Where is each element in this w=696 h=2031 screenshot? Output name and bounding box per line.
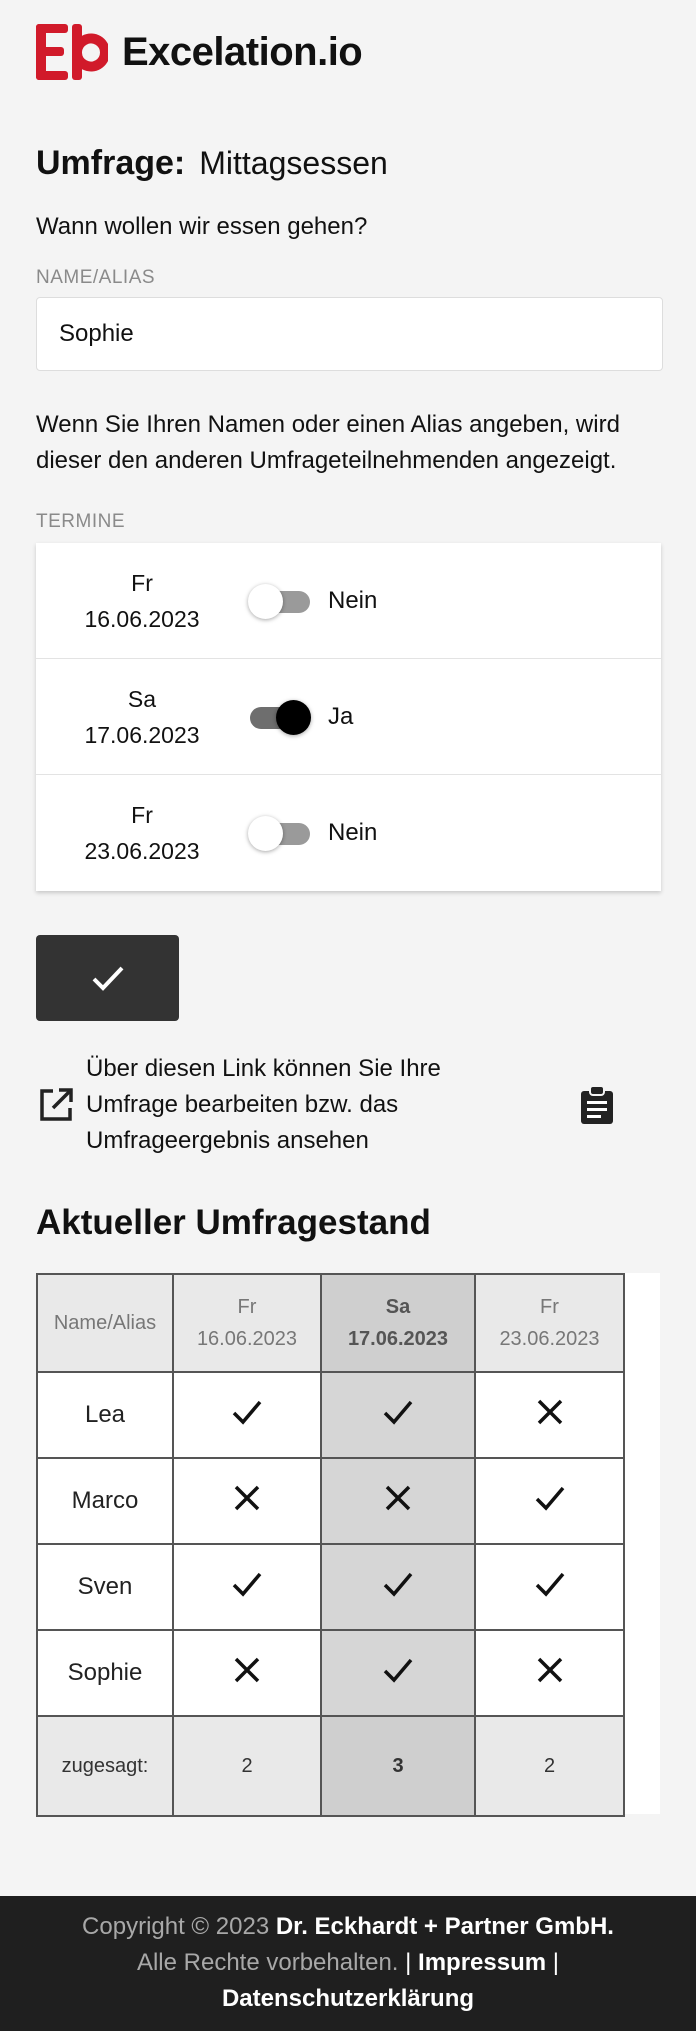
check-icon [535, 1572, 564, 1597]
header-date-day: Fr [540, 1296, 559, 1318]
check-icon [383, 1658, 413, 1683]
date-option: Fr 16.06.2023 Nein [36, 543, 661, 659]
vote-cell [172, 1629, 322, 1717]
results-row: Lea [36, 1371, 625, 1459]
edit-link-row: Über diesen Link können Sie Ihre Umfrage… [36, 1051, 666, 1159]
availability-toggle[interactable] [248, 813, 312, 853]
name-hint-text: Wenn Sie Ihren Namen oder einen Alias an… [36, 411, 620, 474]
footer-separator: | [405, 1949, 412, 1976]
footer-rights: Alle Rechte vorbehalten. [136, 1949, 399, 1976]
results-table: Name/Alias Fr 16.06.2023 Sa 17.06.2023 F… [36, 1273, 625, 1817]
header-date: Fr 23.06.2023 [474, 1273, 625, 1373]
footer-impressum-link[interactable]: Impressum [418, 1949, 546, 1976]
date-option-day: Sa [127, 685, 157, 712]
header-name-alias: Name/Alias [36, 1273, 174, 1373]
vote-cell [474, 1457, 625, 1545]
cross-icon [234, 1657, 260, 1682]
toggle-state-label: Nein [328, 586, 378, 614]
excelation-logo-icon[interactable] [36, 24, 108, 80]
date-option-date: Fr 16.06.2023 [36, 565, 248, 637]
availability-toggle[interactable] [248, 581, 312, 621]
results-header-row: Name/Alias Fr 16.06.2023 Sa 17.06.2023 F… [36, 1273, 625, 1373]
brand-name: Excelation.io [122, 29, 363, 74]
footer-copyright: Copyright © 2023 [82, 1913, 270, 1940]
date-option: Sa 17.06.2023 Ja [36, 659, 661, 775]
header-date-value: 16.06.2023 [196, 1328, 298, 1350]
date-option-value: 16.06.2023 [84, 605, 200, 632]
sum-value: 3 [320, 1715, 476, 1817]
survey-title-label: Umfrage: [36, 144, 186, 182]
sum-label: zugesagt: [36, 1715, 174, 1817]
vote-cell [172, 1457, 322, 1545]
check-icon [92, 966, 123, 991]
vote-cell [320, 1457, 476, 1545]
vote-cell [320, 1629, 476, 1717]
check-icon [232, 1572, 262, 1597]
participant-name: Sven [36, 1543, 174, 1631]
footer: Copyright © 2023 Dr. Eckhardt + Partner … [0, 1896, 696, 2031]
date-option-day: Fr [131, 802, 153, 828]
header-date: Fr 16.06.2023 [172, 1273, 322, 1373]
check-icon [535, 1486, 564, 1511]
survey-title-value: Mittagsessen [199, 145, 388, 181]
cross-icon [537, 1399, 562, 1424]
footer-privacy-link[interactable]: Datenschutzerklärung [222, 1985, 474, 2012]
check-icon [383, 1572, 413, 1597]
survey-title: Umfrage: Mittagsessen [36, 144, 660, 183]
survey-question: Wann wollen wir essen gehen? [36, 213, 368, 240]
sum-value: 2 [474, 1715, 625, 1817]
toggle-thumb [248, 583, 283, 619]
footer-company: Dr. Eckhardt + Partner GmbH. [275, 1913, 614, 1940]
toggle-thumb [276, 699, 311, 735]
name-alias-input[interactable] [36, 297, 663, 371]
date-option-day: Fr [131, 569, 153, 596]
external-link-icon[interactable] [36, 1085, 76, 1125]
participant-name: Marco [36, 1457, 174, 1545]
header-date: Sa 17.06.2023 [320, 1273, 476, 1373]
header: Excelation.io [36, 0, 660, 104]
header-date-day: Sa [385, 1296, 411, 1318]
footer-separator: | [552, 1949, 560, 1976]
cross-icon [385, 1485, 411, 1510]
submit-button[interactable] [36, 935, 179, 1021]
header-date-value: 17.06.2023 [347, 1328, 449, 1350]
date-option-date: Fr 23.06.2023 [36, 797, 248, 869]
vote-cell [172, 1543, 322, 1631]
name-field-label: NAME/ALIAS [36, 267, 156, 288]
header-date-value: 23.06.2023 [499, 1328, 600, 1350]
check-icon [232, 1400, 262, 1425]
toggle-state-label: Ja [328, 702, 354, 730]
sum-value: 2 [172, 1715, 322, 1817]
edit-link-text[interactable]: Über diesen Link können Sie Ihre Umfrage… [86, 1051, 526, 1159]
dates-label: TERMINE [36, 511, 125, 532]
date-option-value: 23.06.2023 [84, 838, 200, 864]
results-row: Sven [36, 1543, 625, 1631]
vote-cell [172, 1371, 322, 1459]
participant-name: Lea [36, 1371, 174, 1459]
vote-cell [320, 1543, 476, 1631]
results-row: Marco [36, 1457, 625, 1545]
date-option: Fr 23.06.2023 Nein [36, 775, 661, 891]
vote-cell [320, 1371, 476, 1459]
check-icon [383, 1400, 413, 1425]
sum-row: zugesagt: 2 3 2 [36, 1715, 625, 1817]
header-date-day: Fr [237, 1296, 257, 1318]
vote-cell [474, 1629, 625, 1717]
participant-name: Sophie [36, 1629, 174, 1717]
vote-cell [474, 1543, 625, 1631]
cross-icon [234, 1485, 260, 1510]
results-row: Sophie [36, 1629, 625, 1717]
dates-card: Fr 16.06.2023 Nein Sa 17.06.2023 Ja Fr 2… [36, 543, 661, 891]
clipboard-icon[interactable] [578, 1085, 616, 1125]
results-title: Aktueller Umfragestand [36, 1203, 431, 1242]
cross-icon [537, 1657, 562, 1682]
toggle-thumb [248, 816, 283, 851]
availability-toggle[interactable] [248, 697, 312, 737]
toggle-state-label: Nein [328, 819, 378, 846]
date-option-date: Sa 17.06.2023 [36, 681, 248, 753]
date-option-value: 17.06.2023 [84, 721, 200, 748]
vote-cell [474, 1371, 625, 1459]
results-table-wrapper: Name/Alias Fr 16.06.2023 Sa 17.06.2023 F… [36, 1273, 660, 1817]
